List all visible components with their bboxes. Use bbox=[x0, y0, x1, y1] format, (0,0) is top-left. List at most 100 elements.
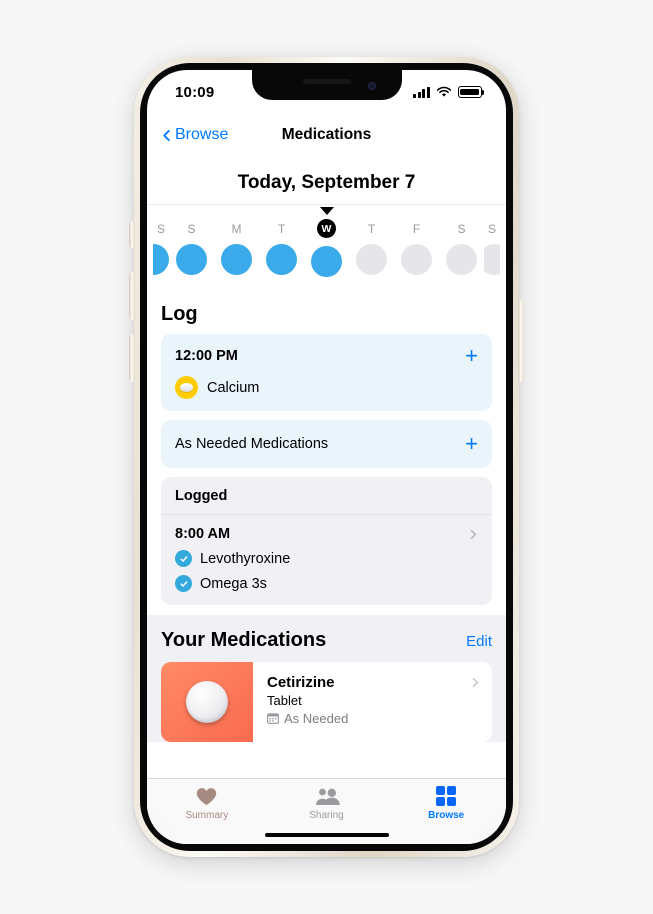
logged-heading: Logged bbox=[161, 477, 492, 515]
week-strip[interactable]: SSMTWTFSS bbox=[147, 204, 506, 287]
week-day-letter: S bbox=[187, 221, 196, 236]
log-heading: Log bbox=[161, 303, 198, 325]
home-indicator[interactable] bbox=[264, 832, 389, 837]
scheduled-dose-header: 12:00 PM + bbox=[175, 345, 478, 367]
tab-sharing-label: Sharing bbox=[309, 810, 344, 821]
week-day-dot[interactable] bbox=[356, 243, 387, 275]
as-needed-header: As Needed Medications + bbox=[175, 433, 478, 455]
medication-form: Tablet bbox=[267, 693, 302, 708]
week-day-dot[interactable] bbox=[221, 243, 252, 275]
logged-item: Levothyroxine bbox=[175, 550, 478, 567]
tab-summary[interactable]: Summary bbox=[147, 785, 267, 821]
week-day-5[interactable]: T bbox=[349, 222, 394, 275]
mute-switch[interactable] bbox=[129, 222, 135, 248]
week-day-0[interactable]: S bbox=[153, 222, 169, 275]
check-circle-icon bbox=[175, 575, 192, 592]
logged-card[interactable]: Logged 8:00 AM Levothyroxine Omega 3s bbox=[161, 477, 492, 605]
week-day-letter: M bbox=[231, 221, 242, 236]
scheduled-dose-time: 12:00 PM bbox=[175, 348, 238, 364]
week-day-dot[interactable] bbox=[153, 243, 169, 275]
week-day-letter: T bbox=[367, 221, 376, 236]
week-day-4[interactable]: W bbox=[304, 219, 349, 277]
people-icon bbox=[314, 785, 340, 807]
chevron-right-icon bbox=[470, 529, 477, 539]
scheduled-medication-row: Calcium bbox=[175, 376, 478, 399]
week-day-letter: T bbox=[277, 221, 286, 236]
week-day-letter: S bbox=[156, 221, 165, 236]
plus-icon[interactable]: + bbox=[465, 345, 478, 367]
log-section: Log 12:00 PM + Calcium As Needed Medicat… bbox=[147, 287, 506, 605]
logged-item-list: Levothyroxine Omega 3s bbox=[175, 550, 478, 592]
power-button[interactable] bbox=[518, 300, 524, 382]
status-bar-time: 10:09 bbox=[175, 83, 215, 101]
week-day-2[interactable]: M bbox=[214, 222, 259, 275]
week-day-7[interactable]: S bbox=[439, 222, 484, 275]
battery-full-icon bbox=[458, 86, 485, 98]
week-day-dot[interactable] bbox=[484, 243, 500, 275]
scheduled-dose-card[interactable]: 12:00 PM + Calcium bbox=[161, 334, 492, 411]
back-button-label: Browse bbox=[175, 126, 229, 143]
heart-icon bbox=[196, 785, 217, 807]
volume-up-button[interactable] bbox=[129, 272, 135, 320]
screenshot-stage: 10:09 Browse Medications Today, Septembe… bbox=[0, 0, 653, 914]
yellow-pill-icon bbox=[175, 376, 198, 399]
week-day-list[interactable]: SSMTWTFSS bbox=[147, 219, 506, 277]
tab-summary-label: Summary bbox=[185, 810, 229, 821]
scroll-content[interactable]: Today, September 7 S S M T W T F S S Log 12:00 P… bbox=[147, 156, 506, 844]
check-circle-icon bbox=[175, 550, 192, 567]
week-day-8[interactable]: S bbox=[484, 222, 500, 275]
volume-down-button[interactable] bbox=[129, 334, 135, 382]
week-day-letter: F bbox=[412, 221, 421, 236]
your-medications-section: Your Medications Edit Cetirizine Tablet As… bbox=[147, 615, 506, 742]
logged-entry-header[interactable]: 8:00 AM bbox=[175, 526, 478, 542]
medication-tile-list: Cetirizine Tablet As Needed bbox=[161, 662, 492, 742]
navigation-bar: Browse Medications bbox=[147, 114, 506, 156]
tab-sharing[interactable]: Sharing bbox=[267, 785, 387, 821]
week-day-dot[interactable] bbox=[266, 243, 297, 275]
iphone-device-frame: 10:09 Browse Medications Today, Septembe… bbox=[134, 57, 519, 857]
tab-browse-label: Browse bbox=[428, 810, 465, 821]
edit-button[interactable]: Edit bbox=[466, 633, 492, 650]
today-caret-icon bbox=[319, 207, 334, 215]
tab-bar[interactable]: Summary Sharing Browse bbox=[147, 778, 506, 844]
medication-schedule-label: As Needed bbox=[284, 711, 349, 726]
calendar-icon bbox=[267, 713, 279, 724]
chevron-right-icon bbox=[472, 678, 479, 687]
notch bbox=[251, 70, 402, 100]
wifi-icon bbox=[436, 86, 452, 97]
logged-item: Omega 3s bbox=[175, 575, 478, 592]
cellular-signal-icon bbox=[413, 86, 430, 98]
logged-item-name: Omega 3s bbox=[200, 575, 267, 592]
phone-screen: 10:09 Browse Medications Today, Septembe… bbox=[147, 70, 506, 844]
week-day-letter: S bbox=[457, 221, 466, 236]
as-needed-title: As Needed Medications bbox=[175, 436, 329, 452]
week-day-dot[interactable] bbox=[446, 243, 477, 275]
medication-tile[interactable]: Cetirizine Tablet As Needed bbox=[161, 662, 492, 742]
week-day-letter: S bbox=[487, 221, 496, 236]
scheduled-medication-name: Calcium bbox=[207, 379, 260, 396]
tab-browse[interactable]: Browse bbox=[386, 785, 506, 821]
week-day-6[interactable]: F bbox=[394, 222, 439, 275]
logged-item-name: Levothyroxine bbox=[200, 550, 291, 567]
week-day-1[interactable]: S bbox=[169, 222, 214, 275]
back-button[interactable]: Browse bbox=[161, 126, 228, 144]
your-medications-header: Your Medications Edit bbox=[161, 629, 492, 662]
week-day-dot[interactable] bbox=[401, 243, 432, 275]
chevron-left-icon bbox=[163, 129, 170, 141]
plus-icon[interactable]: + bbox=[465, 433, 478, 455]
logged-entry-time: 8:00 AM bbox=[175, 526, 231, 542]
grid-icon bbox=[435, 785, 457, 807]
earpiece-speaker bbox=[302, 79, 351, 84]
week-day-dot[interactable] bbox=[176, 243, 207, 275]
medication-tile-body: Cetirizine Tablet As Needed bbox=[253, 662, 492, 742]
as-needed-card[interactable]: As Needed Medications + bbox=[161, 420, 492, 468]
medication-name: Cetirizine bbox=[267, 674, 335, 691]
week-day-dot[interactable] bbox=[311, 246, 342, 277]
logged-body[interactable]: 8:00 AM Levothyroxine Omega 3s bbox=[161, 515, 492, 605]
front-camera-icon bbox=[367, 82, 376, 90]
week-day-letter: W bbox=[317, 219, 336, 238]
week-day-3[interactable]: T bbox=[259, 222, 304, 275]
medication-schedule: As Needed bbox=[267, 711, 480, 726]
white-round-tablet-icon bbox=[161, 662, 253, 742]
your-medications-title: Your Medications bbox=[161, 629, 327, 651]
